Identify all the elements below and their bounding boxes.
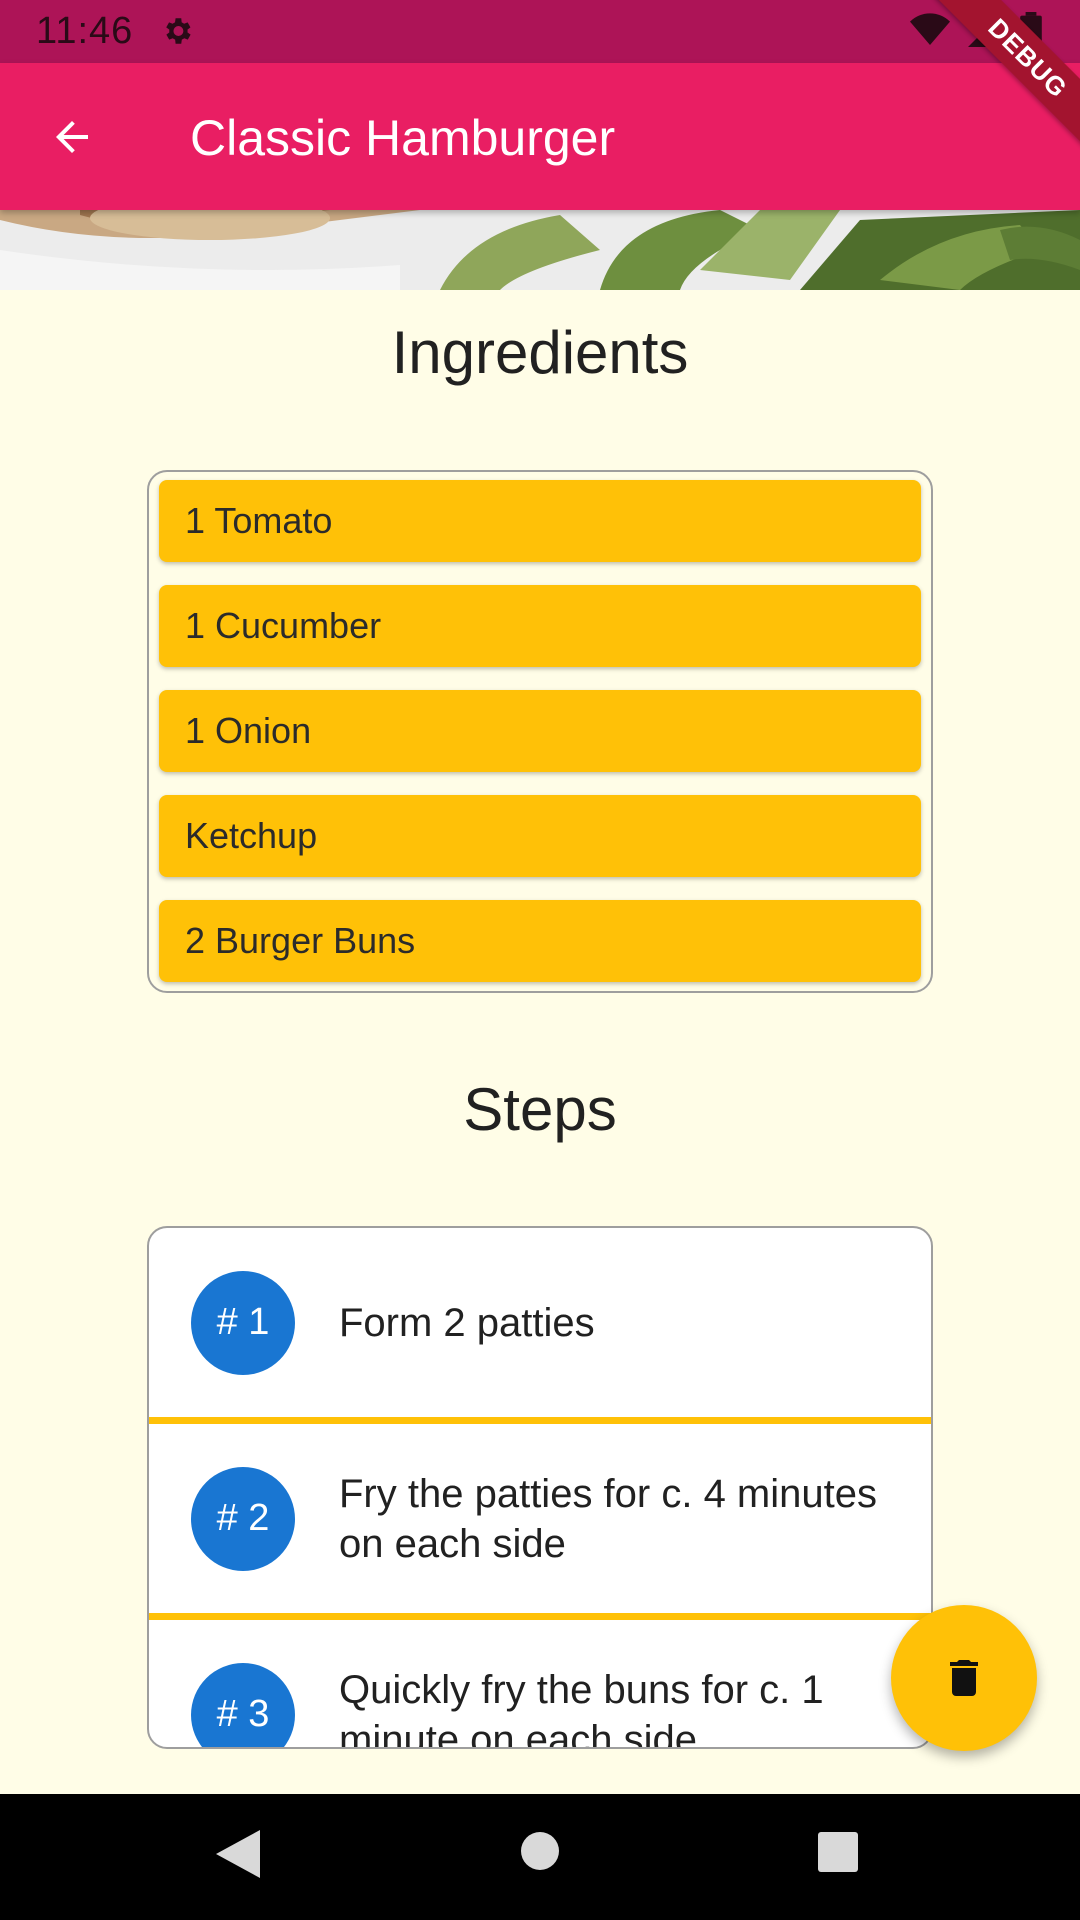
ingredient-item[interactable]: 2 Burger Buns	[159, 900, 921, 982]
divider	[149, 1417, 931, 1424]
recipe-image	[0, 210, 1080, 290]
steps-title: Steps	[463, 1076, 617, 1143]
delete-icon	[950, 1660, 978, 1696]
step-text: Form 2 patties	[339, 1300, 595, 1345]
ingredients-title: Ingredients	[391, 319, 689, 386]
nav-home-icon[interactable]	[521, 1832, 559, 1870]
step-item[interactable]: # 2 Fry the patties for c. 4 minutes on …	[149, 1424, 931, 1613]
step-text: Quickly fry the buns for c. 1 minute on …	[339, 1667, 824, 1749]
steps-list: # 1 Form 2 patties # 2 Fry the patties f…	[147, 1226, 933, 1749]
status-bar: 11:46	[0, 0, 1080, 63]
step-number-badge: # 2	[191, 1466, 295, 1571]
status-time: 11:46	[36, 10, 134, 52]
nav-back-icon[interactable]	[216, 1830, 260, 1878]
step-number-badge: # 1	[191, 1270, 295, 1375]
app-bar: Classic Hamburger	[0, 63, 1080, 210]
step-text: Fry the patties for c. 4 minutes on each…	[339, 1471, 877, 1566]
ingredients-list: 1 Tomato 1 Cucumber 1 Onion Ketchup 2 Bu…	[147, 470, 933, 993]
step-item[interactable]: # 1 Form 2 patties	[149, 1228, 931, 1417]
delete-button[interactable]	[891, 1605, 1037, 1751]
wifi-icon	[910, 13, 950, 45]
system-nav-bar	[0, 1794, 1080, 1920]
nav-recents-icon[interactable]	[818, 1832, 858, 1872]
settings-icon	[166, 18, 191, 44]
back-button[interactable]	[36, 106, 108, 168]
arrow-back-icon	[56, 121, 88, 153]
page-title: Classic Hamburger	[190, 110, 616, 166]
divider	[149, 1613, 931, 1620]
step-number-badge: # 3	[191, 1662, 295, 1747]
step-item[interactable]: # 3 Quickly fry the buns for c. 1 minute…	[149, 1620, 931, 1749]
ingredient-item[interactable]: 1 Onion	[159, 690, 921, 772]
ingredient-item[interactable]: Ketchup	[159, 795, 921, 877]
ingredient-item[interactable]: 1 Tomato	[159, 480, 921, 562]
ingredient-item[interactable]: 1 Cucumber	[159, 585, 921, 667]
burger-photo	[0, 210, 1080, 290]
